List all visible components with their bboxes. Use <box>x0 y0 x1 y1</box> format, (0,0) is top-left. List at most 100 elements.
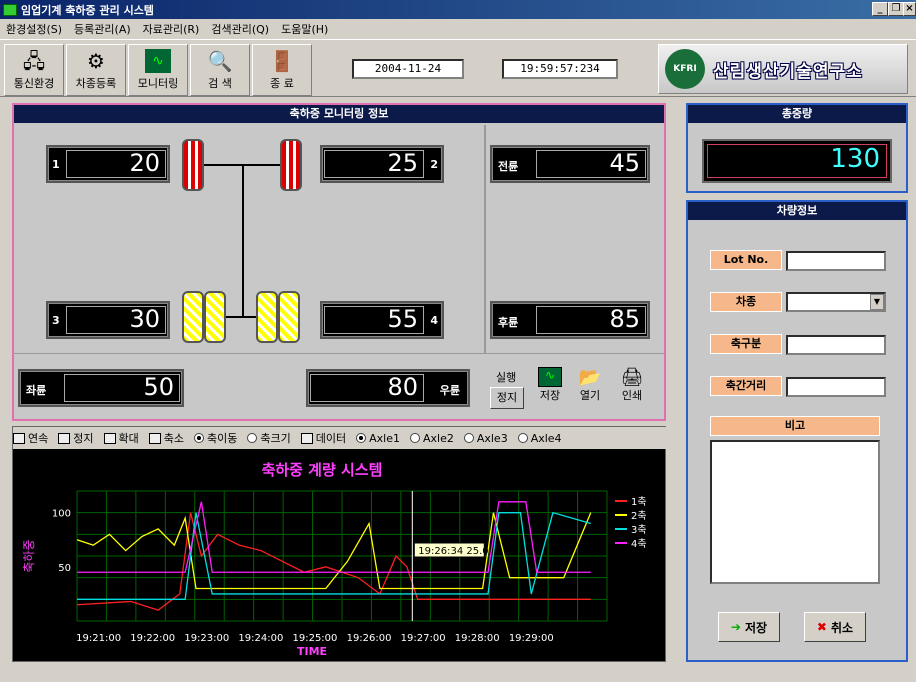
network-icon: 🖧 <box>22 49 46 73</box>
wheel-1-display: 1 20 <box>46 145 170 183</box>
institute-name: 산림생산기술연구소 <box>713 61 863 82</box>
register-icon: ⚙ <box>87 49 105 73</box>
lot-no-input[interactable] <box>786 251 886 271</box>
x-axis-label: TIME <box>297 645 327 658</box>
legend-entry: 1축 <box>631 496 647 508</box>
monitoring-button[interactable]: ∿ 모니터링 <box>128 44 188 96</box>
x-tick-label: 19:26:00 <box>347 633 392 644</box>
x-tick-label: 19:29:00 <box>509 633 554 644</box>
series-line-1축 <box>76 512 591 611</box>
menu-register[interactable]: 등록관리(A) <box>68 21 137 37</box>
continuous-button[interactable]: 연속 <box>13 430 48 446</box>
minimize-button[interactable]: _ <box>872 2 888 16</box>
cursor-label: 19:26:34 25.0 <box>418 546 488 557</box>
total-weight-value: 130 <box>830 144 880 174</box>
total-weight-display: 130 <box>702 139 892 183</box>
axis-move-radio[interactable]: 축이동 <box>194 430 237 446</box>
wheel-4-value: 55 <box>387 305 418 333</box>
wheel-1-label: 1 <box>52 158 60 171</box>
institute-logo: KFRI 산림생산기술연구소 <box>658 44 908 94</box>
zoom-in-button[interactable]: 확대 <box>103 430 139 446</box>
axis-size-radio[interactable]: 축크기 <box>247 430 291 446</box>
remark-textarea[interactable] <box>710 440 880 584</box>
exit-button[interactable]: 🚪 종 료 <box>252 44 312 96</box>
vehicle-type-label: 차종 <box>710 292 782 312</box>
save-button[interactable]: ➔ 저장 <box>718 612 780 642</box>
axle1-radio[interactable]: Axle1 <box>356 432 400 445</box>
x-tick-label: 19:25:00 <box>292 633 337 644</box>
front-wheel-value: 45 <box>609 149 640 177</box>
wheel-4-display: 55 4 <box>320 301 444 339</box>
y-tick-label: 50 <box>58 563 71 574</box>
lot-no-label: Lot No. <box>710 250 782 270</box>
chart-save-icon: ∿ <box>538 367 562 387</box>
vehicle-type-select[interactable]: ▼ <box>786 292 886 312</box>
chart-stop-button[interactable]: 정지 <box>58 430 94 446</box>
stop-icon <box>58 432 71 444</box>
run-label: 실행 <box>496 371 517 384</box>
front-wheel-label: 전륜 <box>498 160 519 173</box>
open-icon: 📂 <box>578 367 602 388</box>
total-weight-panel: 총중량 130 <box>686 103 908 193</box>
wheel-2-value: 25 <box>387 149 418 177</box>
menu-settings[interactable]: 환경설정(S) <box>0 21 68 37</box>
remark-label: 비고 <box>710 416 880 436</box>
chart-title: 축하중 계량 시스템 <box>262 461 383 479</box>
x-tick-label: 19:28:00 <box>455 633 500 644</box>
zoom-out-icon <box>148 432 161 444</box>
data-icon <box>300 432 313 444</box>
stop-button[interactable]: 정지 <box>490 387 524 409</box>
print-button[interactable]: 🖨 인쇄 <box>614 367 650 403</box>
right-wheel-label: 우륜 <box>439 384 460 397</box>
left-wheel-value: 50 <box>143 373 174 401</box>
tire-rear-left-outer <box>182 291 204 343</box>
total-weight-title: 총중량 <box>688 105 906 123</box>
window-title: 임업기계 축하중 관리 시스템 <box>21 3 154 17</box>
open-button[interactable]: 📂 열기 <box>574 367 606 403</box>
time-display: 19:59:57:234 <box>502 59 618 79</box>
close-button[interactable]: × <box>903 2 916 16</box>
x-tick-label: 19:24:00 <box>238 633 283 644</box>
title-bar: 임업기계 축하중 관리 시스템 _ ❐ × <box>0 0 916 19</box>
rear-wheel-display: 후륜 85 <box>490 301 650 339</box>
save-data-button[interactable]: ∿ 저장 <box>534 367 566 403</box>
chart-toolbar: 연속 정지 확대 축소 축이동 축크기 데이터 Axle1 Axle2 Axle… <box>13 427 667 449</box>
wheel-3-display: 3 30 <box>46 301 170 339</box>
print-icon: 🖨 <box>620 367 644 388</box>
series-line-2축 <box>76 512 592 590</box>
axle4-radio[interactable]: Axle4 <box>517 432 562 445</box>
axle-type-input[interactable] <box>786 335 886 355</box>
legend-entry: 4축 <box>631 538 647 550</box>
menu-data[interactable]: 자료관리(R) <box>137 21 206 37</box>
data-button[interactable]: 데이터 <box>300 430 346 446</box>
menu-help[interactable]: 도움말(H) <box>275 21 334 37</box>
axle-distance-input[interactable] <box>786 377 886 397</box>
restore-button[interactable]: ❐ <box>888 2 904 16</box>
search-button[interactable]: 🔍 검 색 <box>190 44 250 96</box>
vehicle-register-button[interactable]: ⚙ 차종등록 <box>66 44 126 96</box>
comm-settings-button[interactable]: 🖧 통신환경 <box>4 44 64 96</box>
axle-distance-label: 축간거리 <box>710 376 782 396</box>
axle2-radio[interactable]: Axle2 <box>409 432 454 445</box>
y-axis-label: 축하중 <box>22 539 36 572</box>
tire-rear-left-inner <box>204 291 226 343</box>
left-wheel-display: 좌륜 50 <box>18 369 184 407</box>
monitor-icon: ∿ <box>145 49 171 73</box>
tire-rear-right-outer <box>278 291 300 343</box>
drive-shaft <box>242 165 244 317</box>
axle-load-chart[interactable]: 축하중 계량 시스템 19:21:00 19:22:00 19:23:00 19:24:… <box>13 449 665 661</box>
wheel-3-label: 3 <box>52 314 60 327</box>
cancel-button[interactable]: ✖ 취소 <box>804 612 866 642</box>
zoom-in-icon <box>103 432 116 444</box>
legend-entry: 3축 <box>631 524 647 536</box>
y-tick-label: 100 <box>52 509 71 520</box>
date-display: 2004-11-24 <box>352 59 464 79</box>
legend-entry: 2축 <box>631 510 647 522</box>
rear-wheel-value: 85 <box>609 305 640 333</box>
menu-bar: 환경설정(S) 등록관리(A) 자료관리(R) 검색관리(Q) 도움말(H) <box>0 19 916 39</box>
axle3-radio[interactable]: Axle3 <box>463 432 508 445</box>
zoom-out-button[interactable]: 축소 <box>148 430 184 446</box>
menu-search[interactable]: 검색관리(Q) <box>205 21 275 37</box>
chevron-down-icon[interactable]: ▼ <box>870 294 884 310</box>
wheel-1-value: 20 <box>129 149 160 177</box>
